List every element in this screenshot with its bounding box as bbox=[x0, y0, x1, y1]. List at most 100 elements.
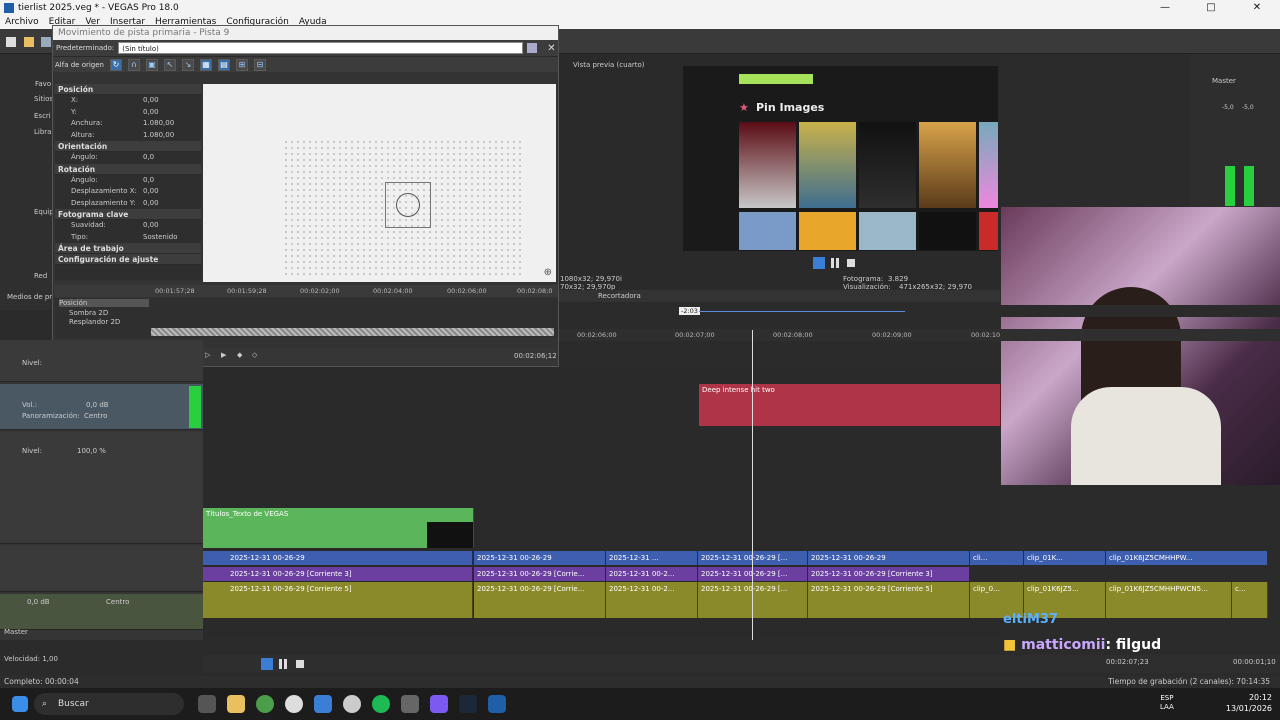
rotation-circle-icon[interactable] bbox=[396, 193, 420, 217]
file-explorer-icon[interactable] bbox=[227, 695, 245, 713]
timeline-ruler[interactable]: 00:02:06;00 00:02:07;00 00:02:08;00 00:0… bbox=[559, 329, 1280, 341]
prop-x-value[interactable]: 0,00 bbox=[143, 95, 201, 107]
obs-icon[interactable] bbox=[285, 695, 303, 713]
prop-width-value[interactable]: 1.080,00 bbox=[143, 118, 201, 130]
video-clip[interactable]: 2025-12-31 00-26-29 bbox=[474, 551, 606, 565]
audio-clip-stream3[interactable]: 2025-12-31 00-26-29 [Corriente 3] bbox=[808, 567, 970, 581]
video-clip[interactable]: 2025-12-31 00-26-29 bbox=[808, 551, 970, 565]
stop-button-icon[interactable] bbox=[296, 660, 304, 668]
track-frame[interactable] bbox=[385, 182, 431, 228]
track-posicion[interactable]: Posición bbox=[59, 299, 149, 307]
prop-offy-value[interactable]: 0,00 bbox=[143, 198, 201, 210]
taskbar-clock[interactable]: 20:12 13/01/2026 bbox=[1226, 692, 1272, 714]
video-clip[interactable]: 2025-12-31 00-26-29 [... bbox=[698, 551, 808, 565]
prop-offx-value[interactable]: 0,00 bbox=[143, 186, 201, 198]
stop-icon[interactable] bbox=[847, 259, 855, 267]
audio-clip-stream5[interactable]: c... bbox=[1232, 582, 1268, 618]
dialog-ruler[interactable]: 00:01:57;28 00:01:59;28 00:02:02;00 00:0… bbox=[55, 285, 558, 297]
alpha-dropdown[interactable]: Alfa de origen bbox=[55, 61, 104, 69]
section-keyframe[interactable]: Fotograma clave bbox=[55, 209, 201, 220]
app-icon[interactable] bbox=[314, 695, 332, 713]
chrome-icon[interactable] bbox=[256, 695, 274, 713]
move-icon[interactable]: ↖ bbox=[163, 58, 176, 71]
explorer-item[interactable]: Sitios bbox=[34, 95, 53, 103]
section-snap-settings[interactable]: Configuración de ajuste bbox=[55, 254, 201, 265]
rotate-tool-icon[interactable]: ↻ bbox=[109, 58, 122, 71]
explorer-item[interactable]: Equip bbox=[34, 208, 54, 216]
keyframe-strip[interactable] bbox=[151, 328, 554, 336]
section-rotacion[interactable]: Rotación bbox=[55, 163, 201, 175]
track-header-audio-2[interactable]: 0,0 dB Centro bbox=[0, 594, 203, 630]
close-button[interactable]: ✕ bbox=[1234, 0, 1280, 15]
preset-select[interactable]: (Sin título) bbox=[118, 42, 524, 54]
audio-clip-stream5[interactable]: 2025-12-31 00-26-29 [Corriente 5] bbox=[203, 582, 473, 618]
taskbar-search[interactable]: ⌕ Buscar bbox=[34, 693, 184, 715]
save-icon[interactable] bbox=[41, 37, 51, 47]
audio-clip-hit[interactable]: Deep intense hit two bbox=[699, 384, 1001, 426]
track-resplandor[interactable]: Resplandor 2D bbox=[69, 318, 120, 326]
play-icon[interactable] bbox=[813, 257, 825, 269]
audio-clip-stream5[interactable]: 2025-12-31 00-26-29 [Corrie... bbox=[474, 582, 606, 618]
prop-smooth-value[interactable]: 0,00 bbox=[143, 220, 201, 232]
align-icon[interactable]: ▤ bbox=[217, 58, 230, 71]
section-workarea[interactable]: Área de trabajo bbox=[55, 243, 201, 254]
motion-canvas[interactable]: ⊕ bbox=[203, 84, 556, 282]
hierarchy-icon[interactable]: ⊞ bbox=[235, 58, 248, 71]
magnet-icon[interactable]: ∩ bbox=[127, 58, 140, 71]
audio-clip-stream3[interactable]: 2025-12-31 00-2... bbox=[606, 567, 698, 581]
explorer-item[interactable]: Libra bbox=[34, 128, 51, 136]
video-clip[interactable]: cli... bbox=[970, 551, 1024, 565]
steam-icon[interactable] bbox=[459, 695, 477, 713]
region-label[interactable]: -2:03 bbox=[679, 307, 700, 315]
track-header-clips[interactable] bbox=[0, 546, 203, 592]
video-clip[interactable]: clip_01K... bbox=[1024, 551, 1106, 565]
trimmer-tab[interactable]: Recortadora bbox=[598, 292, 641, 300]
audio-clip-stream5[interactable]: 2025-12-31 00-26-29 [... bbox=[698, 582, 808, 618]
explorer-item[interactable]: Favo bbox=[35, 80, 51, 88]
menu-archivo[interactable]: Archivo bbox=[5, 17, 39, 27]
video-clip[interactable]: 2025-12-31 ... bbox=[606, 551, 698, 565]
playhead[interactable] bbox=[752, 330, 753, 640]
add-keyframe-icon[interactable]: ◆ bbox=[237, 351, 242, 359]
save-preset-icon[interactable] bbox=[527, 43, 538, 53]
language-indicator[interactable]: ESP LAA bbox=[1160, 694, 1174, 712]
prop-rot-angle-value[interactable]: 0,0 bbox=[143, 175, 201, 187]
taskview-icon[interactable] bbox=[198, 695, 216, 713]
new-file-icon[interactable] bbox=[6, 37, 16, 47]
track-sombra[interactable]: Sombra 2D bbox=[69, 309, 108, 317]
prop-angle-value[interactable]: 0,0 bbox=[143, 152, 201, 164]
preview-quality-label[interactable]: Vista previa (cuarto) bbox=[573, 61, 645, 69]
explorer-item[interactable]: Escri bbox=[34, 112, 51, 120]
prop-type-value[interactable]: Sostenido bbox=[143, 232, 201, 244]
windows-start-icon[interactable] bbox=[12, 696, 28, 712]
grid-icon[interactable]: ▦ bbox=[199, 58, 212, 71]
audio-clip-stream5[interactable]: 2025-12-31 00-26-29 [Corriente 5] bbox=[808, 582, 970, 618]
audio-clip-stream3[interactable]: 2025-12-31 00-26-29 [... bbox=[698, 567, 808, 581]
audio-clip-stream5[interactable]: clip_01K6JZ5CMHHPWCN5... bbox=[1106, 582, 1232, 618]
layers-icon[interactable]: ▣ bbox=[145, 58, 158, 71]
explorer-item[interactable]: Red bbox=[34, 272, 47, 280]
play-button-icon[interactable] bbox=[261, 658, 273, 670]
next-keyframe-icon[interactable]: ▷ bbox=[205, 351, 210, 359]
video-clip[interactable]: 2025-12-31 00-26-29 bbox=[203, 551, 473, 565]
discord-icon[interactable] bbox=[430, 695, 448, 713]
section-posicion[interactable]: Posición bbox=[55, 84, 201, 95]
audio-clip-stream3[interactable]: 2025-12-31 00-26-29 [Corrie... bbox=[474, 567, 606, 581]
spotify-icon[interactable] bbox=[372, 695, 390, 713]
delete-preset-icon[interactable]: ✕ bbox=[547, 43, 555, 54]
prop-y-value[interactable]: 0,00 bbox=[143, 107, 201, 119]
app-icon[interactable] bbox=[401, 695, 419, 713]
track-header-1[interactable]: Nivel: bbox=[0, 340, 203, 382]
section-orientacion[interactable]: Orientación bbox=[55, 141, 201, 152]
open-folder-icon[interactable] bbox=[24, 37, 34, 47]
pause-icon[interactable] bbox=[831, 258, 839, 268]
track-header-audio[interactable]: Vol.: 0,0 dB Panoramización: Centro bbox=[0, 384, 203, 430]
snap-icon[interactable]: ⊟ bbox=[253, 58, 266, 71]
media-tab-label[interactable]: Medios de pro bbox=[7, 293, 56, 301]
settings-icon[interactable] bbox=[343, 695, 361, 713]
pause-button-icon[interactable] bbox=[279, 659, 287, 669]
vegas-taskbar-icon[interactable] bbox=[488, 695, 506, 713]
audio-clip-stream5[interactable]: 2025-12-31 00-2... bbox=[606, 582, 698, 618]
last-keyframe-icon[interactable]: ▶ bbox=[221, 351, 226, 359]
maximize-button[interactable]: □ bbox=[1188, 0, 1234, 15]
